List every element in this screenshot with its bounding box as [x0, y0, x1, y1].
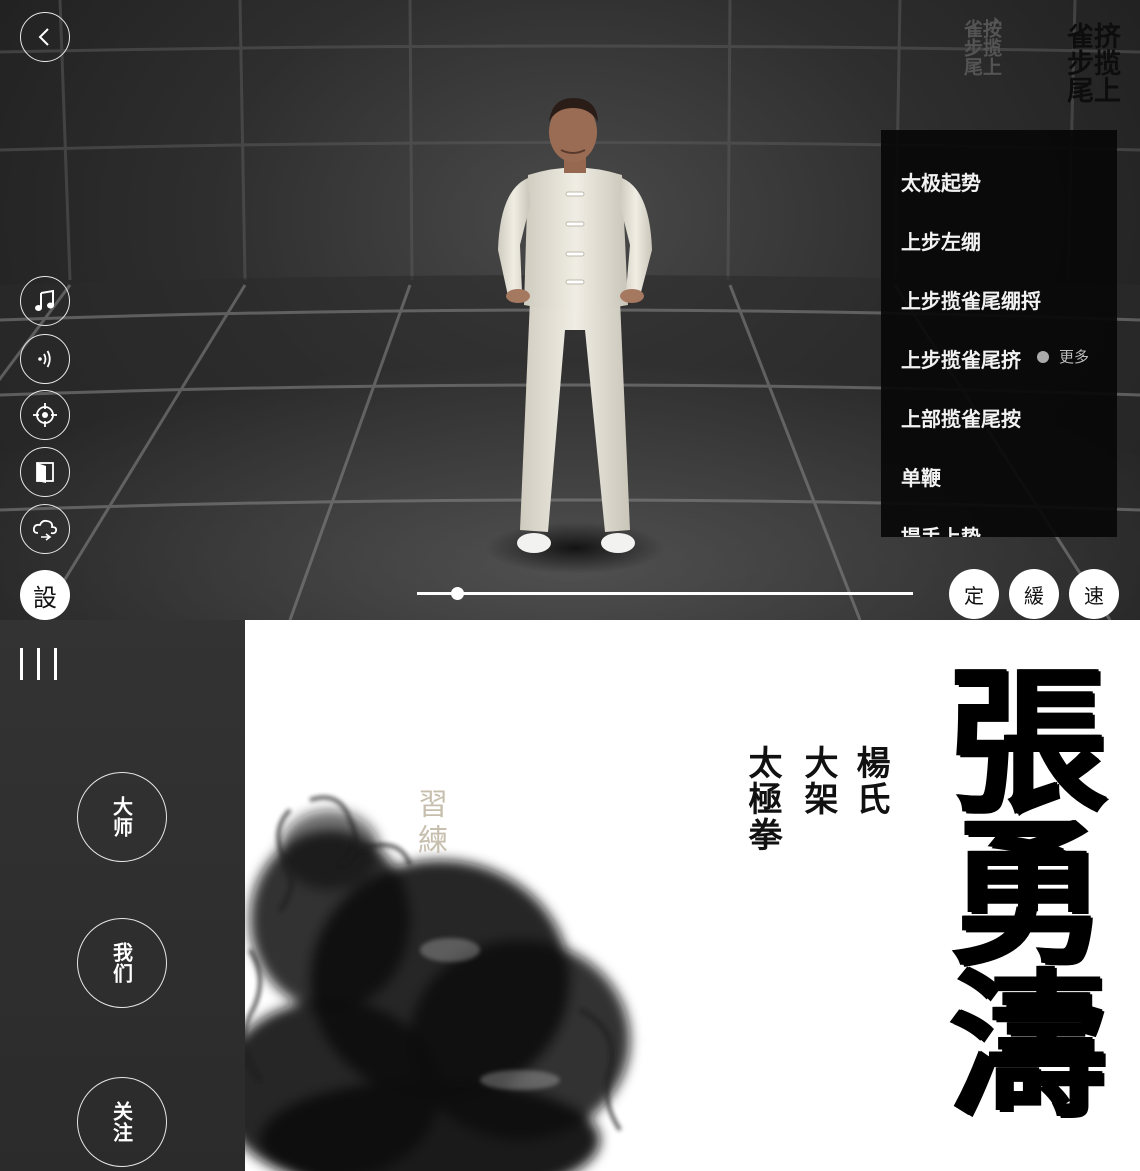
back-button[interactable] [20, 12, 70, 62]
music-icon [35, 289, 54, 311]
move-item[interactable]: 单鞭 [901, 462, 941, 491]
subtitle-line-2: 大架 [798, 745, 838, 817]
cloud-button[interactable] [20, 504, 70, 554]
pause-button[interactable]: 定 [949, 569, 999, 619]
nav-master-button[interactable]: 大师 [77, 772, 167, 862]
more-dot-icon [1037, 351, 1049, 363]
move-item[interactable]: 太极起势 [901, 167, 981, 196]
hero-panel: 習練 楊氏 大架 太極拳 張勇濤 [245, 620, 1140, 1171]
nav-follow-button[interactable]: 关注 [77, 1077, 167, 1167]
music-button[interactable] [20, 276, 70, 326]
playback-slider[interactable] [417, 587, 913, 600]
move-item[interactable]: 上部揽雀尾按 [901, 403, 1021, 432]
slow-button[interactable]: 緩 [1009, 569, 1059, 619]
breadcrumb-current-move: 挤揽上雀步尾 [1062, 21, 1120, 103]
master-name-calligraphy: 張勇濤 [922, 658, 1107, 1114]
sound-button[interactable] [20, 334, 70, 384]
chevron-left-icon [38, 28, 49, 46]
move-item[interactable]: 上步揽雀尾绷捋 [901, 285, 1041, 314]
move-item[interactable]: 提手上势 [901, 521, 981, 537]
subtitle-line-3: 太極拳 [742, 745, 782, 853]
move-item[interactable]: 上步左绷 [901, 226, 981, 255]
fast-button[interactable]: 速 [1069, 569, 1119, 619]
move-list-panel[interactable]: 太极起势 上步左绷 上步揽雀尾绷捋 上步揽雀尾挤 更多 上部揽雀尾按 单鞭 提手… [881, 130, 1117, 537]
sidebar: 大师 我们 关注 [0, 620, 245, 1171]
subtitle-line-1: 楊氏 [850, 745, 890, 817]
target-icon [33, 403, 57, 427]
slider-thumb[interactable] [450, 587, 464, 600]
menu-icon[interactable] [18, 648, 62, 680]
sound-icon [38, 350, 51, 368]
nav-about-us-label: 我们 [109, 942, 134, 984]
focus-button[interactable] [20, 390, 70, 440]
nav-about-us-button[interactable]: 我们 [77, 918, 167, 1008]
breadcrumb-separator: › [992, 10, 1000, 31]
more-link[interactable]: 更多 [1059, 346, 1089, 367]
nav-follow-label: 关注 [109, 1101, 134, 1143]
move-item-active[interactable]: 上步揽雀尾挤 [901, 344, 1021, 373]
door-icon [36, 462, 54, 483]
3d-viewer[interactable]: 按揽上雀步尾 › 挤揽上雀步尾 設 太极起势 上步左绷 上步揽雀尾绷捋 上步揽雀… [0, 0, 1140, 620]
mirror-button[interactable] [20, 447, 70, 497]
settings-button[interactable]: 設 [20, 570, 70, 620]
cloud-icon [32, 519, 58, 541]
nav-master-label: 大师 [109, 796, 134, 838]
practice-button[interactable]: 習練 [407, 788, 451, 860]
